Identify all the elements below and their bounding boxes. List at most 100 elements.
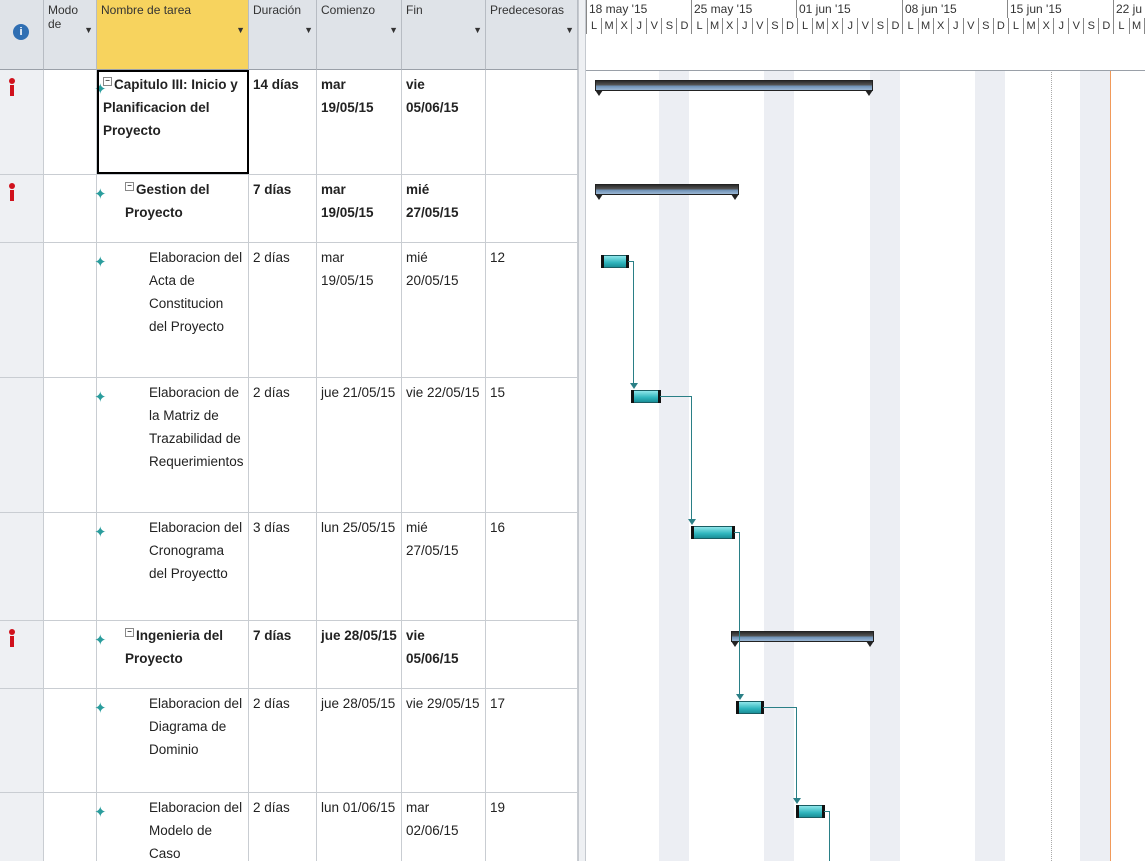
start-cell[interactable]: lun 01/06/15 xyxy=(317,793,402,861)
task-name-filter-dropdown-icon[interactable]: ▼ xyxy=(236,25,245,35)
task-name-column-header[interactable]: Nombre de tarea ▼ xyxy=(97,0,249,70)
duration-cell[interactable]: 2 días xyxy=(249,378,317,512)
task-row[interactable]: ✦ − Ingenieria del Proyecto 7 días jue 28… xyxy=(0,621,578,689)
end-cell[interactable]: mié 27/05/15 xyxy=(402,175,486,242)
day-label: V xyxy=(646,18,661,34)
indicator-cell xyxy=(0,243,44,377)
day-label: L xyxy=(1113,18,1128,34)
summary-bar-ingenieria[interactable] xyxy=(731,631,874,647)
indicator-cell xyxy=(0,621,44,688)
task-bar-diagrama[interactable] xyxy=(736,701,764,714)
task-name-cell[interactable]: Elaboracion del Modelo de Caso xyxy=(97,793,249,861)
end-filter-dropdown-icon[interactable]: ▼ xyxy=(473,25,482,35)
duration-cell[interactable]: 2 días xyxy=(249,243,317,377)
collapse-icon[interactable]: − xyxy=(125,182,134,191)
duration-filter-dropdown-icon[interactable]: ▼ xyxy=(304,25,313,35)
predecessors-column-header[interactable]: Predecesoras ▼ xyxy=(486,0,578,70)
task-row[interactable]: ✦ Elaboracion del Diagrama de Dominio 2 … xyxy=(0,689,578,793)
predecessors-cell[interactable] xyxy=(486,621,578,688)
start-cell[interactable]: mar 19/05/15 xyxy=(317,70,402,174)
day-label: S xyxy=(872,18,887,34)
duration-cell[interactable]: 7 días xyxy=(249,621,317,688)
start-cell[interactable]: mar 19/05/15 xyxy=(317,243,402,377)
duration-cell[interactable]: 2 días xyxy=(249,793,317,861)
start-filter-dropdown-icon[interactable]: ▼ xyxy=(389,25,398,35)
end-cell[interactable]: mar 02/06/15 xyxy=(402,793,486,861)
end-column-header[interactable]: Fin ▼ xyxy=(402,0,486,70)
task-name-cell[interactable]: Elaboracion de la Matriz de Trazabilidad… xyxy=(97,378,249,512)
weekend-band xyxy=(1080,70,1110,861)
start-cell[interactable]: lun 25/05/15 xyxy=(317,513,402,620)
start-column-header[interactable]: Comienzo ▼ xyxy=(317,0,402,70)
task-bar-modelo[interactable] xyxy=(796,805,825,818)
view-splitter[interactable] xyxy=(578,0,586,861)
summary-bar-gestion[interactable] xyxy=(595,184,739,200)
predecessors-cell[interactable]: 15 xyxy=(486,378,578,512)
task-name-cell[interactable]: − Capitulo III: Inicio y Planificacion de… xyxy=(97,70,249,174)
indicator-cell xyxy=(0,378,44,512)
warning-icon xyxy=(8,183,15,201)
indicator-cell xyxy=(0,175,44,242)
day-label: D xyxy=(781,18,797,34)
week-label: 01 jun '15 xyxy=(796,0,902,18)
duration-cell[interactable]: 3 días xyxy=(249,513,317,620)
day-label: J xyxy=(947,18,963,34)
predecessors-cell[interactable]: 16 xyxy=(486,513,578,620)
end-header-label: Fin xyxy=(406,3,423,17)
task-name-cell[interactable]: − Ingenieria del Proyecto xyxy=(97,621,249,688)
task-name-cell[interactable]: Elaboracion del Cronograma del Proyectto xyxy=(97,513,249,620)
start-cell[interactable]: jue 28/05/15 xyxy=(317,621,402,688)
task-name: Capitulo III: Inicio y Planificacion del… xyxy=(103,77,238,138)
dependency-link xyxy=(633,261,634,383)
task-name-cell[interactable]: Elaboracion del Diagrama de Dominio xyxy=(97,689,249,792)
mode-filter-dropdown-icon[interactable]: ▼ xyxy=(84,25,93,35)
predecessors-cell[interactable] xyxy=(486,70,578,174)
day-label: X xyxy=(932,18,948,34)
mode-cell: ✦ xyxy=(44,378,107,512)
collapse-icon[interactable]: − xyxy=(125,628,134,637)
predecessors-filter-dropdown-icon[interactable]: ▼ xyxy=(565,25,574,35)
start-cell[interactable]: jue 21/05/15 xyxy=(317,378,402,512)
summary-bar-capitulo-iii[interactable] xyxy=(595,80,873,96)
task-bar-acta[interactable] xyxy=(601,255,629,268)
task-row[interactable]: ✦ Elaboracion del Cronograma del Proyect… xyxy=(0,513,578,621)
duration-cell[interactable]: 7 días xyxy=(249,175,317,242)
task-bar-matriz[interactable] xyxy=(631,390,661,403)
start-cell[interactable]: mar 19/05/15 xyxy=(317,175,402,242)
task-row[interactable]: ✦ Elaboracion del Acta de Constitucion d… xyxy=(0,243,578,378)
gantt-chart: 18 may '15 25 may '15 01 jun '15 08 jun … xyxy=(586,0,1145,861)
collapse-icon[interactable]: − xyxy=(103,77,112,86)
day-label: X xyxy=(616,18,631,34)
task-name-cell[interactable]: − Gestion del Proyecto xyxy=(97,175,249,242)
indicators-column-header[interactable]: i xyxy=(0,0,44,70)
predecessors-cell[interactable] xyxy=(486,175,578,242)
duration-cell[interactable]: 2 días xyxy=(249,689,317,792)
duration-column-header[interactable]: Duración ▼ xyxy=(249,0,317,70)
day-label: J xyxy=(631,18,646,34)
day-label: S xyxy=(661,18,676,34)
week-label: 22 ju xyxy=(1113,0,1145,18)
indicator-cell xyxy=(0,513,44,620)
start-cell[interactable]: jue 28/05/15 xyxy=(317,689,402,792)
task-row[interactable]: ✦ Elaboracion del Modelo de Caso 2 días … xyxy=(0,793,578,861)
end-cell[interactable]: vie 05/06/15 xyxy=(402,70,486,174)
task-row[interactable]: ✦ − Gestion del Proyecto 7 días mar 19/05… xyxy=(0,175,578,243)
task-row[interactable]: ✦ − Capitulo III: Inicio y Planificacion … xyxy=(0,70,578,175)
task-bar-cronograma[interactable] xyxy=(691,526,735,539)
current-date-line xyxy=(1110,70,1111,861)
predecessors-cell[interactable]: 19 xyxy=(486,793,578,861)
predecessors-cell[interactable]: 12 xyxy=(486,243,578,377)
mode-column-header[interactable]: Modo de ▼ xyxy=(44,0,97,70)
warning-icon xyxy=(8,78,15,96)
mode-cell: ✦ xyxy=(44,70,107,174)
dependency-link xyxy=(691,396,692,519)
end-cell[interactable]: mié 20/05/15 xyxy=(402,243,486,377)
task-row[interactable]: ✦ Elaboracion de la Matriz de Trazabilid… xyxy=(0,378,578,513)
end-cell[interactable]: mié 27/05/15 xyxy=(402,513,486,620)
duration-cell[interactable]: 14 días xyxy=(249,70,317,174)
task-name-cell[interactable]: Elaboracion del Acta de Constitucion del… xyxy=(97,243,249,377)
end-cell[interactable]: vie 05/06/15 xyxy=(402,621,486,688)
predecessors-cell[interactable]: 17 xyxy=(486,689,578,792)
end-cell[interactable]: vie 22/05/15 xyxy=(402,378,486,512)
end-cell[interactable]: vie 29/05/15 xyxy=(402,689,486,792)
